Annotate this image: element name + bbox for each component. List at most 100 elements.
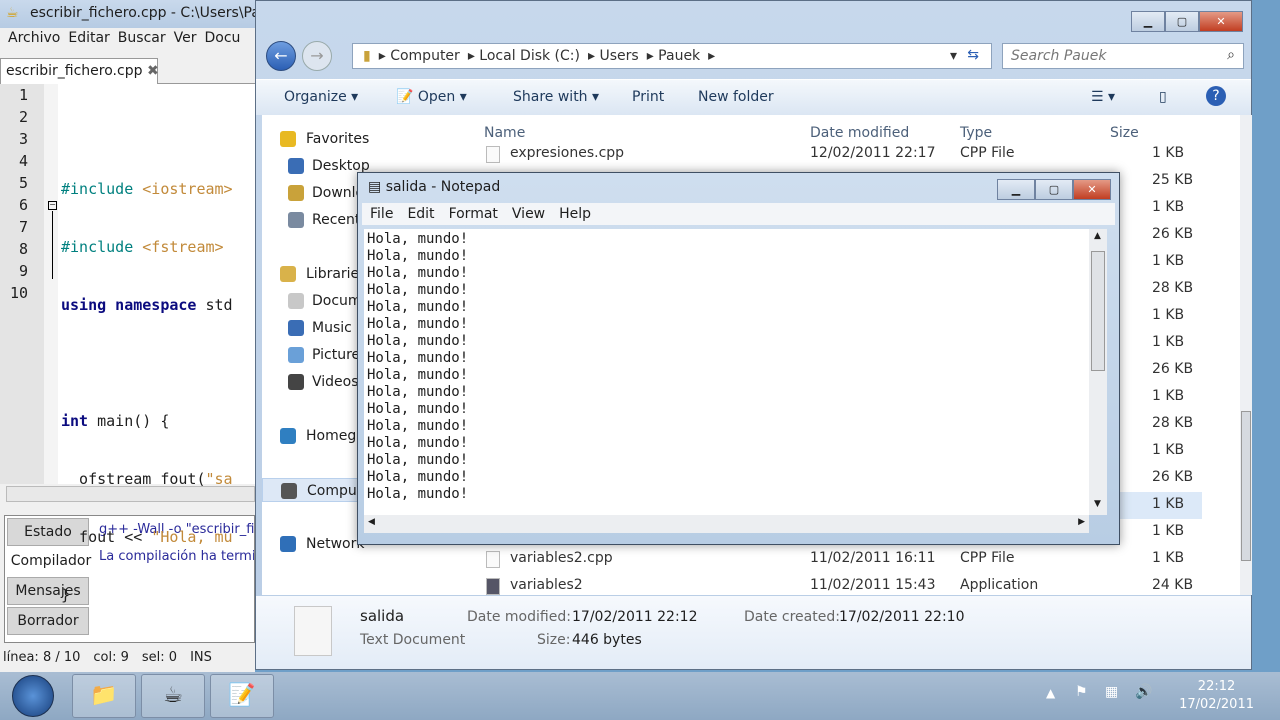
close-button[interactable]: ✕: [1199, 11, 1243, 32]
status-bar: línea: 8 / 10 col: 9 sel: 0 INS: [0, 650, 255, 670]
file-size: 1 KB: [1152, 550, 1185, 566]
text-line: Hola, mundo!: [367, 486, 469, 502]
fold-icon[interactable]: −: [48, 201, 57, 210]
nav-icon: [288, 158, 304, 174]
menu-help[interactable]: Help: [559, 206, 591, 222]
menu-edit[interactable]: Edit: [407, 206, 434, 222]
menu-format[interactable]: Format: [449, 206, 498, 222]
column-date[interactable]: Date modified: [810, 125, 909, 141]
file-size: 1 KB: [1152, 307, 1185, 323]
dropdown-icon[interactable]: ▾: [950, 48, 957, 64]
file-size: 1 KB: [1152, 388, 1185, 404]
minimize-button[interactable]: ▁: [997, 179, 1035, 200]
text-file-icon: [294, 606, 332, 656]
file-date: 12/02/2011 22:17: [810, 145, 936, 161]
notepad-vscrollbar[interactable]: ▲ ▼: [1089, 229, 1107, 515]
nav-icon: [288, 320, 304, 336]
menu-view[interactable]: View: [512, 206, 545, 222]
nav-item-favorites[interactable]: Favorites: [262, 127, 462, 151]
title-bar: ☕ escribir_fichero.cpp - C:\Users\Pau: [0, 0, 255, 28]
file-size: 1 KB: [1152, 253, 1185, 269]
minimize-button[interactable]: ▁: [1131, 11, 1165, 32]
text-line: Hola, mundo!: [367, 248, 469, 264]
notepad-window-controls: ▁ ▢ ✕: [997, 179, 1111, 200]
new-folder-button[interactable]: New folder: [698, 89, 774, 105]
file-name: variables2.cpp: [510, 550, 613, 566]
network-icon[interactable]: ▦: [1105, 684, 1118, 700]
file-type: CPP File: [960, 145, 1015, 161]
action-center-icon[interactable]: ⚑: [1075, 684, 1088, 700]
file-tab[interactable]: escribir_fichero.cpp ✖: [0, 58, 159, 85]
share-with-button[interactable]: Share with ▾: [513, 89, 599, 105]
nav-icon: [280, 428, 296, 444]
file-row[interactable]: variables2.cpp 11/02/2011 16:11 CPP File 1 …: [462, 546, 1202, 573]
tab-bar: escribir_fichero.cpp ✖: [0, 56, 255, 85]
column-name[interactable]: Name: [484, 125, 525, 141]
menu-file[interactable]: File: [370, 206, 393, 222]
open-button[interactable]: 📝 Open ▾: [396, 89, 467, 105]
taskbar-geany[interactable]: ☕: [141, 674, 205, 718]
text-line: Hola, mundo!: [367, 418, 469, 434]
view-options-icon[interactable]: ☰ ▾: [1091, 89, 1115, 105]
tray-arrow-icon[interactable]: ▲: [1046, 686, 1055, 700]
menu-bar: Archivo Editar Buscar Ver Docu: [0, 30, 255, 54]
line-number: 7: [18, 218, 28, 236]
file-list-scrollbar[interactable]: [1240, 115, 1252, 595]
back-button[interactable]: ←: [266, 41, 296, 71]
help-icon[interactable]: ?: [1206, 86, 1226, 106]
notepad-hscrollbar[interactable]: ◀ ▶: [364, 515, 1089, 533]
column-size[interactable]: Size: [1110, 125, 1139, 141]
breadcrumb-pauek[interactable]: Pauek: [658, 48, 700, 64]
menu-editar[interactable]: Editar: [68, 30, 109, 46]
taskbar-explorer[interactable]: 📁: [72, 674, 136, 718]
file-icon: [486, 551, 500, 568]
menu-ver[interactable]: Ver: [174, 30, 197, 46]
notepad-icon: ▤: [368, 179, 382, 195]
refresh-icon[interactable]: ⇆: [967, 47, 979, 63]
organize-button[interactable]: Organize ▾: [284, 89, 358, 105]
line-number: 3: [18, 130, 28, 148]
line-number: 8: [18, 240, 28, 258]
maximize-button[interactable]: ▢: [1035, 179, 1073, 200]
nav-icon: [288, 347, 304, 363]
column-type[interactable]: Type: [960, 125, 992, 141]
close-button[interactable]: ✕: [1073, 179, 1111, 200]
file-row[interactable]: expresiones.cpp 12/02/2011 22:17 CPP File 1…: [462, 141, 1202, 168]
file-size: 24 KB: [1152, 577, 1194, 593]
preview-pane-icon[interactable]: ▯: [1159, 89, 1167, 105]
code-text[interactable]: #include <iostream> #include <fstream> u…: [61, 84, 255, 642]
nav-icon: [280, 131, 296, 147]
modified-value: 17/02/2011 22:12: [572, 609, 698, 625]
detail-type: Text Document: [360, 632, 466, 648]
code-editor[interactable]: 1 2 3 4 5 6 7 8 9 10 − #include <iostream> #inclu…: [0, 84, 255, 604]
forward-button[interactable]: →: [302, 41, 332, 71]
notepad-text-area[interactable]: Hola, mundo! Hola, mundo! Hola, mundo! Hola…: [364, 229, 1089, 515]
nav-label: Music: [312, 320, 352, 336]
start-button[interactable]: [12, 675, 54, 717]
file-name: expresiones.cpp: [510, 145, 625, 161]
notepad-menu-bar: File Edit Format View Help: [362, 203, 1115, 225]
geany-icon: ☕: [6, 5, 19, 21]
maximize-button[interactable]: ▢: [1165, 11, 1199, 32]
text-line: Hola, mundo!: [367, 265, 469, 281]
breadcrumb-users[interactable]: Users: [599, 48, 638, 64]
menu-buscar[interactable]: Buscar: [118, 30, 166, 46]
close-tab-icon[interactable]: ✖: [147, 63, 159, 79]
fold-line: [52, 211, 53, 279]
file-size: 26 KB: [1152, 469, 1194, 485]
menu-archivo[interactable]: Archivo: [8, 30, 60, 46]
nav-icon: [288, 212, 304, 228]
size-value: 446 bytes: [572, 632, 642, 648]
print-button[interactable]: Print: [632, 89, 664, 105]
menu-documento[interactable]: Docu: [204, 30, 240, 46]
modified-label: Date modified:: [467, 609, 571, 625]
code-line-8: fout << "Hola, mu: [61, 526, 255, 548]
volume-icon[interactable]: 🔊: [1135, 684, 1152, 700]
taskbar-notepad[interactable]: 📝: [210, 674, 274, 718]
folder-icon: ▮: [363, 48, 371, 64]
breadcrumb-local-disk[interactable]: Local Disk (C:): [479, 48, 580, 64]
address-bar[interactable]: ▮ ▸ Computer ▸ Local Disk (C:) ▸ Users ▸ Pau…: [352, 43, 992, 69]
clock[interactable]: 22:12 17/02/2011: [1179, 678, 1254, 714]
breadcrumb-computer[interactable]: Computer: [390, 48, 460, 64]
search-input[interactable]: Search Pauek ⌕: [1002, 43, 1244, 69]
